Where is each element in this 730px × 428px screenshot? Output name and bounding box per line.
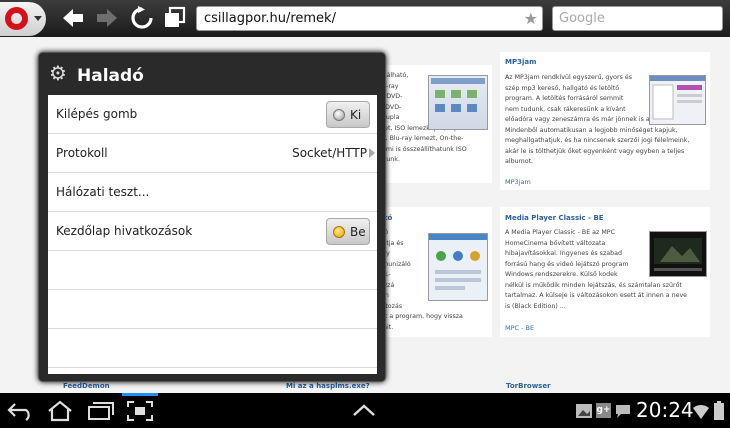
article-card-mp3jam[interactable]: MP3jam Az MP3jam rendkívül egyszerű, gyo…: [500, 52, 710, 190]
browser-toolbar: csillagpor.hu/remek/ ★ Google: [0, 0, 730, 37]
article-title[interactable]: Mi az a hasplms.exe?: [286, 382, 370, 390]
settings-row-startpage-links[interactable]: Kezdőlap hivatkozások Be: [48, 212, 377, 251]
setting-label: Protokoll: [56, 146, 108, 160]
chevron-down-icon: [34, 16, 42, 21]
article-title[interactable]: MP3jam: [505, 58, 536, 66]
toggle-label: Ki: [350, 108, 362, 122]
setting-label: Kilépés gomb: [56, 107, 138, 121]
gallery-icon: [576, 404, 592, 418]
recent-apps-icon[interactable]: [86, 401, 114, 421]
article-card[interactable]: ltító ltítóutatja ésistry mmunizálóURL-h…: [368, 207, 492, 337]
search-placeholder: Google: [559, 11, 605, 26]
thumbnail-image: [654, 238, 702, 271]
article-thumbnail[interactable]: [428, 233, 488, 301]
screen: csillagpor.hu/remek/ ★ Google sználható,…: [0, 0, 730, 428]
settings-row-protocol[interactable]: Protokoll Socket/HTTP: [48, 134, 377, 173]
setting-label: Hálózati teszt...: [56, 185, 150, 199]
search-input[interactable]: Google: [552, 6, 723, 31]
screenshot-icon[interactable]: [126, 400, 154, 422]
back-nav-icon[interactable]: [6, 401, 36, 421]
article-title[interactable]: FeedDemon: [63, 382, 110, 390]
gear-icon: ⚙: [49, 61, 67, 85]
article-title[interactable]: Media Player Classic - BE: [505, 214, 604, 222]
thumbnail-image: [429, 234, 487, 290]
address-text: csillagpor.hu/remek/: [204, 11, 336, 26]
clock: 20:24: [636, 398, 694, 422]
settings-row-empty: [48, 329, 377, 368]
settings-list: Kilépés gomb Ki Protokoll Socket/HTTP Há…: [48, 95, 377, 374]
back-arrow-icon[interactable]: [60, 5, 86, 31]
protocol-value: Socket/HTTP: [292, 146, 367, 160]
opera-logo-icon: [5, 7, 28, 30]
settings-row-exit-button[interactable]: Kilépés gomb Ki: [48, 95, 377, 134]
address-bar[interactable]: csillagpor.hu/remek/ ★: [196, 6, 543, 31]
battery-icon: [714, 401, 724, 420]
article-link[interactable]: MP3jam: [505, 178, 531, 186]
toggle-label: Be: [350, 225, 366, 239]
active-indicator: [122, 393, 158, 396]
google-plus-icon: g+: [596, 403, 611, 418]
tabs-icon[interactable]: [162, 5, 188, 31]
settings-row-network-test[interactable]: Hálózati teszt...: [48, 173, 377, 212]
system-navigation-bar: g+ 20:24: [0, 393, 730, 428]
forward-arrow-icon[interactable]: [94, 5, 120, 31]
article-card-mpc[interactable]: Media Player Classic - BE A Media Player…: [500, 207, 710, 337]
dialog-header: ⚙ Haladó: [39, 53, 385, 95]
setting-label: Kezdőlap hivatkozások: [56, 224, 193, 238]
chevron-right-icon: [369, 148, 375, 158]
bookmark-star-icon[interactable]: ★: [524, 9, 538, 28]
article-link[interactable]: MPC - BE: [505, 324, 534, 332]
settings-row-empty: [48, 290, 377, 329]
toggle-indicator-icon: [333, 226, 345, 238]
chat-icon: [616, 405, 630, 418]
reload-icon[interactable]: [129, 5, 155, 31]
article-thumbnail[interactable]: [649, 231, 707, 277]
up-chevron-icon[interactable]: [352, 403, 376, 417]
article-thumbnail[interactable]: [649, 75, 706, 125]
thumbnail-image: [650, 76, 705, 120]
article-card[interactable]: sználható, Blu-ray W, DVD- és DVD-a dupla l…: [368, 65, 492, 183]
settings-row-empty: [48, 251, 377, 290]
startpage-links-toggle[interactable]: Be: [326, 218, 370, 245]
toggle-indicator-icon: [333, 109, 345, 121]
wifi-icon: [693, 404, 709, 419]
article-thumbnail[interactable]: [428, 75, 488, 130]
article-title[interactable]: TorBrowser: [506, 382, 551, 390]
advanced-settings-dialog: ⚙ Haladó Kilépés gomb Ki Protokoll Socke…: [38, 52, 386, 382]
dialog-title: Haladó: [77, 66, 144, 86]
opera-menu-button[interactable]: [0, 2, 46, 36]
thumbnail-image: [431, 78, 485, 112]
home-icon[interactable]: [46, 400, 74, 422]
exit-button-toggle[interactable]: Ki: [326, 101, 370, 128]
